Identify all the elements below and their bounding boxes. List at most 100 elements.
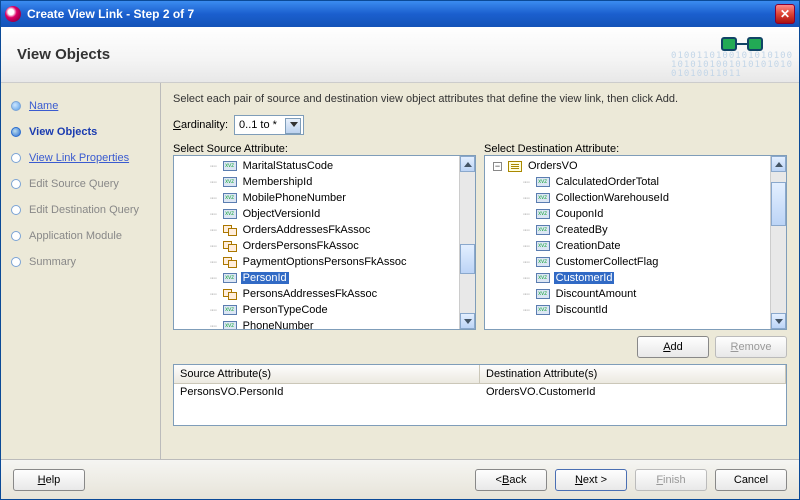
wizard-step: View Objects [11, 121, 156, 143]
wizard-step: Edit Source Query [11, 173, 156, 195]
app-icon [5, 6, 21, 22]
tree-node[interactable]: ┈PersonsAddressesFkAssoc [210, 286, 475, 302]
wizard-step: Application Module [11, 225, 156, 247]
page-title: View Objects [17, 46, 110, 63]
wizard-step: Summary [11, 251, 156, 273]
table-row[interactable]: PersonsVO.PersonIdOrdersVO.CustomerId [174, 384, 786, 400]
add-button[interactable]: Add [637, 336, 709, 358]
collapse-icon[interactable]: − [493, 162, 502, 171]
step-label: View Objects [29, 126, 97, 138]
chevron-down-icon [290, 122, 298, 127]
association-icon [223, 289, 237, 300]
destination-label: Select Destination Attribute: [484, 143, 787, 155]
tree-node[interactable]: ┈xvzCalculatedOrderTotal [523, 174, 786, 190]
attribute-icon: xvz [223, 177, 237, 187]
header-art: 0100110100101010100 1010101001010101010 … [613, 31, 793, 79]
tree-node[interactable]: ┈PaymentOptionsPersonsFkAssoc [210, 254, 475, 270]
tree-node[interactable]: ┈xvzCustomerCollectFlag [523, 254, 786, 270]
cell-source: PersonsVO.PersonId [174, 384, 480, 400]
tree-node[interactable]: ┈xvzCollectionWarehouseId [523, 190, 786, 206]
attribute-icon: xvz [536, 257, 550, 267]
attribute-icon: xvz [536, 225, 550, 235]
attribute-pairs-table[interactable]: Source Attribute(s) Destination Attribut… [173, 364, 787, 426]
association-icon [223, 257, 237, 268]
cancel-button[interactable]: Cancel [715, 469, 787, 491]
tree-node[interactable]: ┈OrdersAddressesFkAssoc [210, 222, 475, 238]
scrollbar[interactable] [770, 156, 786, 329]
close-icon[interactable]: ✕ [775, 4, 795, 24]
tree-node[interactable]: ┈xvzDiscountId [523, 302, 786, 318]
source-tree[interactable]: ┈xvzMaritalStatusCode┈xvzMembershipId┈xv… [173, 155, 476, 330]
scroll-up-icon[interactable] [771, 156, 786, 172]
scroll-thumb[interactable] [460, 244, 475, 274]
finish-button: Finish [635, 469, 707, 491]
cell-destination: OrdersVO.CustomerId [480, 384, 786, 400]
step-label: Edit Destination Query [29, 204, 139, 216]
association-icon [223, 225, 237, 236]
titlebar[interactable]: Create View Link - Step 2 of 7 ✕ [1, 1, 799, 27]
wizard-step[interactable]: Name [11, 95, 156, 117]
cardinality-label: Cardinality: [173, 119, 228, 131]
tree-node[interactable]: ┈OrdersPersonsFkAssoc [210, 238, 475, 254]
tree-node[interactable]: ┈xvzMembershipId [210, 174, 475, 190]
wizard-footer: Help < Back Next > Finish Cancel [1, 459, 799, 499]
step-label: View Link Properties [29, 152, 129, 164]
window-title: Create View Link - Step 2 of 7 [27, 7, 775, 21]
attribute-icon: xvz [536, 273, 550, 283]
step-dot-icon [11, 101, 21, 111]
tree-node[interactable]: ┈xvzPhoneNumber [210, 318, 475, 329]
tree-node[interactable]: ┈xvzCouponId [523, 206, 786, 222]
attribute-icon: xvz [223, 305, 237, 315]
tree-node[interactable]: ┈xvzPersonId [210, 270, 475, 286]
tree-node[interactable]: ┈xvzCustomerId [523, 270, 786, 286]
attribute-icon: xvz [536, 289, 550, 299]
step-dot-icon [11, 127, 21, 137]
view-object-icon [508, 161, 522, 172]
scroll-down-icon[interactable] [771, 313, 786, 329]
step-dot-icon [11, 153, 21, 163]
wizard-step[interactable]: View Link Properties [11, 147, 156, 169]
step-dot-icon [11, 179, 21, 189]
wizard-window: Create View Link - Step 2 of 7 ✕ View Ob… [0, 0, 800, 500]
attribute-icon: xvz [223, 273, 237, 283]
scroll-down-icon[interactable] [460, 313, 475, 329]
step-label: Summary [29, 256, 76, 268]
attribute-icon: xvz [223, 209, 237, 219]
scroll-thumb[interactable] [771, 182, 786, 226]
instruction-text: Select each pair of source and destinati… [173, 93, 787, 105]
tree-node-parent[interactable]: −OrdersVO [493, 158, 786, 174]
tree-node[interactable]: ┈xvzDiscountAmount [523, 286, 786, 302]
tree-node[interactable]: ┈xvzObjectVersionId [210, 206, 475, 222]
tree-node[interactable]: ┈xvzCreationDate [523, 238, 786, 254]
tree-node[interactable]: ┈xvzCreatedBy [523, 222, 786, 238]
column-destination[interactable]: Destination Attribute(s) [480, 365, 786, 383]
column-source[interactable]: Source Attribute(s) [174, 365, 480, 383]
step-label: Name [29, 100, 58, 112]
tree-node[interactable]: ┈xvzMobilePhoneNumber [210, 190, 475, 206]
next-button[interactable]: Next > [555, 469, 627, 491]
association-icon [223, 241, 237, 252]
help-button[interactable]: Help [13, 469, 85, 491]
step-dot-icon [11, 257, 21, 267]
attribute-icon: xvz [536, 177, 550, 187]
wizard-header: View Objects 0100110100101010100 1010101… [1, 27, 799, 83]
step-sidebar: Name View Objects View Link Properties Edit… [1, 83, 161, 459]
attribute-icon: xvz [223, 161, 237, 171]
step-label: Application Module [29, 230, 122, 242]
attribute-icon: xvz [536, 305, 550, 315]
attribute-icon: xvz [536, 241, 550, 251]
attribute-icon: xvz [536, 193, 550, 203]
source-label: Select Source Attribute: [173, 143, 476, 155]
cardinality-select[interactable]: 0..1 to * [234, 115, 304, 135]
scrollbar[interactable] [459, 156, 475, 329]
scroll-up-icon[interactable] [460, 156, 475, 172]
attribute-icon: xvz [223, 321, 237, 329]
cardinality-value: 0..1 to * [239, 119, 277, 131]
tree-node[interactable]: ┈xvzPersonTypeCode [210, 302, 475, 318]
tree-node[interactable]: ┈xvzMaritalStatusCode [210, 158, 475, 174]
back-button[interactable]: < Back [475, 469, 547, 491]
step-dot-icon [11, 205, 21, 215]
main-panel: Select each pair of source and destinati… [161, 83, 799, 459]
attribute-icon: xvz [223, 193, 237, 203]
destination-tree[interactable]: −OrdersVO┈xvzCalculatedOrderTotal┈xvzCol… [484, 155, 787, 330]
